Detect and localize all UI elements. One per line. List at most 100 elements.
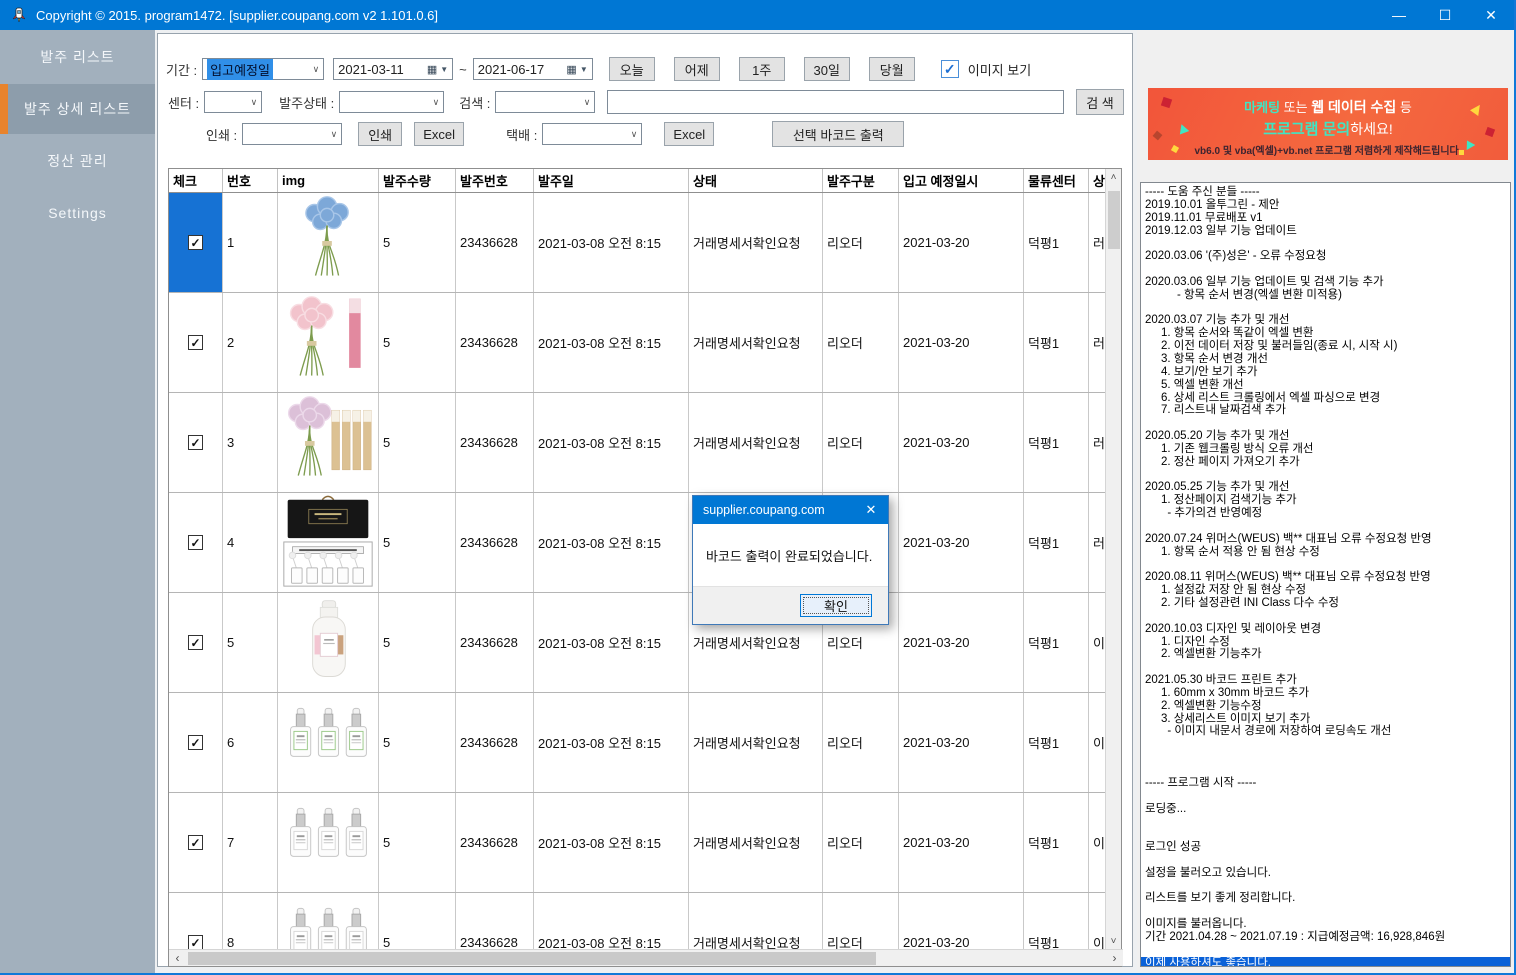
scroll-right-icon[interactable]: › — [1106, 950, 1123, 967]
row-check-cell[interactable]: ✓ — [169, 393, 223, 492]
column-header[interactable]: 입고 예정일시 — [899, 169, 1024, 192]
sidebar-item[interactable]: 발주 상세 리스트 — [0, 84, 155, 134]
search-button[interactable]: 검 색 — [1076, 89, 1124, 115]
row-check-cell[interactable]: ✓ — [169, 793, 223, 892]
sidebar-item[interactable]: 발주 리스트 — [0, 32, 155, 82]
scrollbar-thumb[interactable] — [1108, 191, 1120, 249]
column-header[interactable]: 발주수량 — [379, 169, 456, 192]
log-line — [1145, 302, 1510, 315]
log-line — [1145, 237, 1510, 250]
image-view-checkbox[interactable]: ✓ — [941, 60, 959, 78]
scroll-left-icon[interactable]: ‹ — [169, 950, 186, 967]
table-row[interactable]: ✓25234366282021-03-08 오전 8:15거래명세서확인요청리오… — [169, 293, 1106, 393]
cell-product-name: 러 — [1089, 193, 1106, 292]
column-header[interactable]: 발주구분 — [823, 169, 899, 192]
scroll-up-icon[interactable]: ˄ — [1106, 169, 1121, 186]
row-check-cell[interactable]: ✓ — [169, 493, 223, 592]
row-check-cell[interactable]: ✓ — [169, 893, 223, 950]
quick-range-button[interactable]: 당월 — [869, 57, 915, 81]
quick-range-button[interactable]: 어제 — [674, 57, 720, 81]
delivery-select[interactable]: ∨ — [542, 123, 642, 145]
log-line: 1. 설정값 저장 안 됨 현상 수정 — [1145, 584, 1510, 597]
quick-range-button[interactable]: 30일 — [804, 57, 850, 81]
log-line — [1145, 815, 1510, 828]
date-from-picker[interactable]: 2021-03-11 ▦ ▼ — [333, 58, 453, 80]
column-header[interactable]: 발주번호 — [456, 169, 534, 192]
cell-eta-date: 2021-03-20 — [899, 793, 1024, 892]
order-status-select[interactable]: ∨ — [339, 91, 444, 113]
barcode-print-button[interactable]: 선택 바코드 출력 — [772, 121, 904, 147]
column-header[interactable]: img — [278, 169, 379, 192]
scroll-down-icon[interactable]: ˅ — [1106, 933, 1121, 950]
table-row[interactable]: ✓15234366282021-03-08 오전 8:15거래명세서확인요청리오… — [169, 193, 1106, 293]
row-check-cell[interactable]: ✓ — [169, 593, 223, 692]
row-checkbox[interactable]: ✓ — [188, 835, 203, 850]
date-range-separator: ~ — [459, 62, 467, 77]
cell-product-image — [278, 193, 379, 292]
cell-order-type: 리오더 — [823, 893, 899, 950]
chevron-down-icon: ▼ — [440, 65, 448, 74]
log-line — [1145, 661, 1510, 674]
cell-status: 거래명세서확인요청 — [689, 293, 823, 392]
cell-status: 거래명세서확인요청 — [689, 793, 823, 892]
row-checkbox[interactable]: ✓ — [188, 235, 203, 250]
row-check-cell[interactable]: ✓ — [169, 193, 223, 292]
column-header[interactable]: 발주일 — [534, 169, 689, 192]
product-image — [280, 893, 376, 950]
table-row[interactable]: ✓6 5234366282021-03-08 오전 8:15거래명세서확인요청 — [169, 693, 1106, 793]
print-select[interactable]: ∨ — [242, 123, 342, 145]
scrollbar-thumb[interactable] — [188, 952, 876, 965]
ad-banner[interactable]: 마케팅 또는 웹 데이터 수집 등 프로그램 문의하세요! vb6.0 및 vb… — [1148, 88, 1508, 160]
dialog-ok-button[interactable]: 확인 — [800, 594, 872, 617]
excel-button-delivery[interactable]: Excel — [664, 122, 714, 146]
log-line: 7. 리스트내 날짜검색 추가 — [1145, 404, 1510, 417]
log-line: 2019.11.01 무료배포 v1 — [1145, 212, 1510, 225]
cell-order-number: 23436628 — [456, 593, 534, 692]
table-horizontal-scrollbar[interactable]: ‹ › — [169, 949, 1123, 966]
table-row[interactable]: ✓5 5234366282021-03-08 오전 8:15거래명세서확인요청리… — [169, 593, 1106, 693]
table-row[interactable]: ✓4 5234366282021-03-08 오전 8:15거래명세서확인요청리… — [169, 493, 1106, 593]
dialog-close-icon[interactable]: ✕ — [854, 496, 888, 524]
sidebar-item[interactable]: 정산 관리 — [0, 136, 155, 186]
table-row[interactable]: ✓8 5234366282021-03-08 오전 8:15거래명세서확인요청 — [169, 893, 1106, 950]
maximize-button[interactable]: ☐ — [1422, 0, 1468, 30]
period-select[interactable]: 입고예정일 ∨ — [202, 58, 324, 80]
row-checkbox[interactable]: ✓ — [188, 635, 203, 650]
row-checkbox[interactable]: ✓ — [188, 335, 203, 350]
cell-product-image — [278, 893, 379, 950]
column-header[interactable]: 물류센터 — [1024, 169, 1089, 192]
print-button[interactable]: 인쇄 — [358, 122, 402, 146]
table-row[interactable]: ✓3 5234366282021-03-08 오전 8:15거래명세서확인요청리… — [169, 393, 1106, 493]
row-checkbox[interactable]: ✓ — [188, 435, 203, 450]
row-checkbox[interactable]: ✓ — [188, 535, 203, 550]
column-header[interactable]: 상태 — [689, 169, 823, 192]
table-row[interactable]: ✓7 5234366282021-03-08 오전 8:15거래명세서확인요청 — [169, 793, 1106, 893]
column-header[interactable]: 번호 — [223, 169, 278, 192]
product-image — [280, 493, 376, 592]
row-checkbox[interactable]: ✓ — [188, 735, 203, 750]
log-line — [1145, 828, 1510, 841]
close-button[interactable]: ✕ — [1468, 0, 1514, 30]
date-to-picker[interactable]: 2021-06-17 ▦ ▼ — [473, 58, 593, 80]
cell-order-date: 2021-03-08 오전 8:15 — [534, 793, 689, 892]
search-type-select[interactable]: ∨ — [495, 91, 595, 113]
center-select[interactable]: ∨ — [204, 91, 262, 113]
row-check-cell[interactable]: ✓ — [169, 293, 223, 392]
log-line: - 항목 순서 변경(엑셀 변환 미적용) — [1145, 289, 1510, 302]
column-header[interactable]: 체크 — [169, 169, 223, 192]
row-check-cell[interactable]: ✓ — [169, 693, 223, 792]
product-image — [280, 393, 376, 492]
row-checkbox[interactable]: ✓ — [188, 935, 203, 950]
search-input[interactable] — [607, 90, 1064, 114]
minimize-button[interactable]: — — [1376, 0, 1422, 30]
excel-button-print[interactable]: Excel — [414, 122, 464, 146]
dialog-title-bar: supplier.coupang.com ✕ — [693, 496, 888, 524]
cell-product-image — [278, 293, 379, 392]
table-vertical-scrollbar[interactable]: ˄ ˅ — [1105, 169, 1121, 950]
cell-product-name: 러 — [1089, 393, 1106, 492]
column-header[interactable]: 상 — [1089, 169, 1106, 192]
sidebar-item[interactable]: Settings — [0, 188, 155, 238]
quick-range-button[interactable]: 1주 — [739, 57, 785, 81]
cell-product-image — [278, 393, 379, 492]
quick-range-button[interactable]: 오늘 — [609, 57, 655, 81]
